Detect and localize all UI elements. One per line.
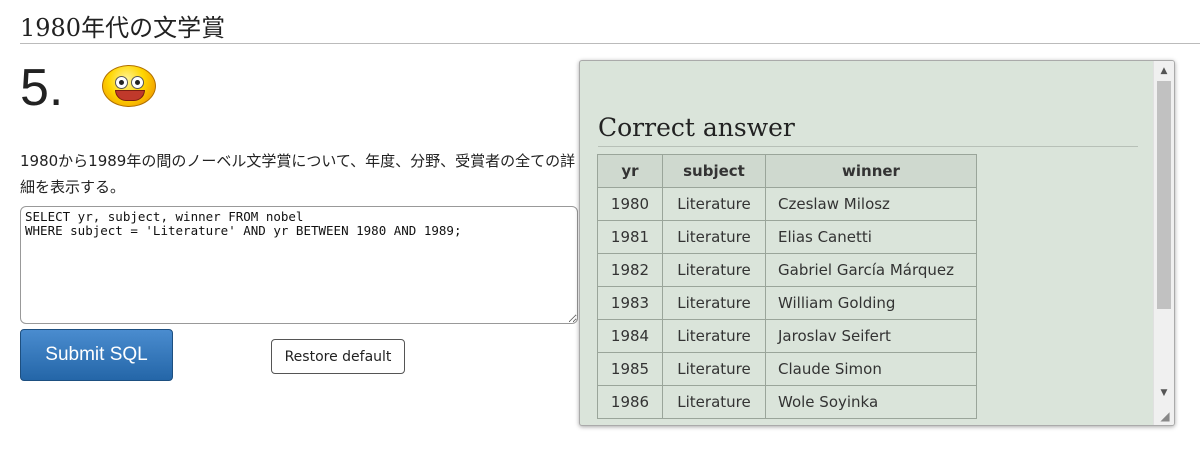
- table-row: 1982 Literature Gabriel García Márquez: [597, 253, 977, 287]
- table-row: 1980 Literature Czeslaw Milosz: [597, 187, 977, 221]
- smiley-left-eye: [115, 76, 128, 89]
- table-header-row: yr subject winner: [597, 154, 977, 188]
- cell-yr: 1986: [597, 385, 663, 419]
- cell-yr: 1984: [597, 319, 663, 353]
- smiley-face-icon: [102, 65, 156, 107]
- table-row: 1985 Literature Claude Simon: [597, 352, 977, 386]
- smiley-mouth: [115, 90, 145, 101]
- answer-title: Correct answer: [598, 113, 795, 142]
- table-row: 1986 Literature Wole Soyinka: [597, 385, 977, 419]
- cell-subject: Literature: [662, 319, 766, 353]
- question-number: 5.: [20, 59, 64, 117]
- column-header-yr: yr: [597, 154, 663, 188]
- cell-subject: Literature: [662, 385, 766, 419]
- scrollbar-thumb[interactable]: [1157, 81, 1171, 309]
- smiley-right-eye: [131, 76, 144, 89]
- sql-editor[interactable]: [20, 206, 578, 324]
- cell-yr: 1985: [597, 352, 663, 386]
- table-row: 1981 Literature Elias Canetti: [597, 220, 977, 254]
- cell-subject: Literature: [662, 187, 766, 221]
- cell-subject: Literature: [662, 286, 766, 320]
- table-row: 1983 Literature William Golding: [597, 286, 977, 320]
- answer-divider: [598, 146, 1138, 147]
- cell-winner: Jaroslav Seifert: [765, 319, 977, 353]
- resize-handle-icon[interactable]: ◢: [1158, 409, 1172, 423]
- cell-winner: Claude Simon: [765, 352, 977, 386]
- cell-subject: Literature: [662, 352, 766, 386]
- column-header-winner: winner: [765, 154, 977, 188]
- heading-divider: [20, 43, 1200, 44]
- restore-default-button[interactable]: Restore default: [271, 339, 405, 374]
- cell-winner: Elias Canetti: [765, 220, 977, 254]
- table-row: 1984 Literature Jaroslav Seifert: [597, 319, 977, 353]
- cell-subject: Literature: [662, 220, 766, 254]
- cell-yr: 1983: [597, 286, 663, 320]
- submit-sql-button[interactable]: Submit SQL: [20, 329, 173, 381]
- cell-yr: 1981: [597, 220, 663, 254]
- vertical-scrollbar[interactable]: ▲ ▼: [1153, 61, 1174, 425]
- cell-winner: Czeslaw Milosz: [765, 187, 977, 221]
- question-text: 1980から1989年の間のノーベル文学賞について、年度、分野、受賞者の全ての詳…: [20, 152, 576, 196]
- page-title: 1980年代の文学賞: [20, 14, 226, 42]
- cell-winner: Wole Soyinka: [765, 385, 977, 419]
- scroll-down-arrow-icon[interactable]: ▼: [1154, 385, 1174, 401]
- cell-yr: 1982: [597, 253, 663, 287]
- column-header-subject: subject: [662, 154, 766, 188]
- scroll-up-arrow-icon[interactable]: ▲: [1154, 63, 1174, 79]
- cell-yr: 1980: [597, 187, 663, 221]
- result-table: yr subject winner 1980 Literature Czesla…: [597, 154, 977, 419]
- answer-panel[interactable]: Correct answer yr subject winner 1980 Li…: [579, 60, 1175, 426]
- cell-subject: Literature: [662, 253, 766, 287]
- cell-winner: William Golding: [765, 286, 977, 320]
- cell-winner: Gabriel García Márquez: [765, 253, 977, 287]
